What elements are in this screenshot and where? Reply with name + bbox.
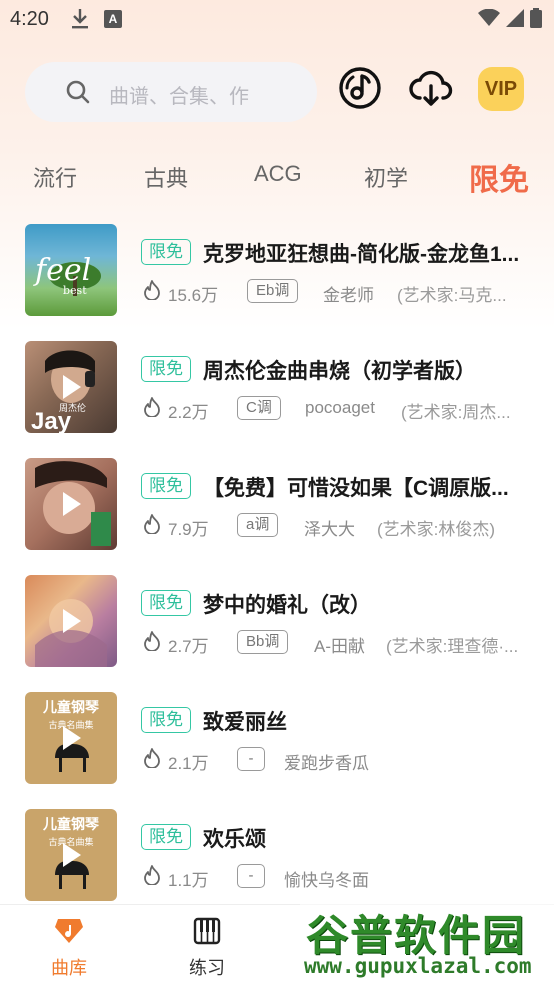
hot-count: 1.1万 [168,871,209,890]
hot-count: 15.6万 [168,286,219,305]
key-tag: Bb调 [237,630,289,654]
download-status-icon [70,8,90,35]
search-icon [65,79,91,110]
free-tag: 限免 [141,824,191,850]
hot-count: 2.2万 [168,403,209,422]
key-tag: - [237,747,265,771]
key-tag: C调 [237,396,281,420]
vip-badge[interactable]: VIP [478,67,524,111]
search-placeholder: 曲谱、合集、作 [109,86,249,108]
list-item[interactable]: 儿童钢琴 古典名曲集 限免 欢乐颂 1.1万 - 愉快乌冬面 [0,807,554,907]
cover-title: feel [33,253,91,288]
nav-practice-label: 练习 [189,958,225,978]
author-name: 爱跑步香瓜 [284,754,369,773]
song-title: 周杰伦金曲串烧（初学者版） [203,360,476,383]
author-name: 金老师 [323,286,374,305]
fire-icon [143,631,161,656]
tab-acg[interactable]: ACG [254,161,302,187]
list-item[interactable]: 限免 梦中的婚礼（改） 2.7万 Bb调 A-田献 (艺术家:理查德·... [0,573,554,673]
hot-count: 2.1万 [168,754,209,773]
nav-library-label: 曲库 [51,958,87,978]
artist-name: (艺术家:马克... [397,286,507,305]
song-title: 梦中的婚礼（改） [203,594,371,617]
key-tag: - [237,864,265,888]
watermark: 谷普软件园 www.gupuxlazal.com [300,896,554,984]
cover-subtitle: best [63,284,87,297]
list-item[interactable]: 儿童钢琴 古典名曲集 限免 致爱丽丝 2.1万 - 爱跑步香瓜 [0,690,554,790]
hot-count: 7.9万 [168,520,209,539]
piano-icon [193,917,221,945]
nav-practice[interactable]: 练习 [172,917,242,980]
free-tag: 限免 [141,356,191,382]
battery-icon [530,8,542,28]
play-icon[interactable] [63,609,81,633]
free-tag: 限免 [141,707,191,733]
play-icon[interactable] [63,726,81,750]
play-icon[interactable] [63,375,81,399]
artist-name: (艺术家:周杰... [401,403,511,422]
album-cover [25,575,117,667]
library-icon [55,919,83,943]
fire-icon [143,397,161,422]
tab-classical[interactable]: 古典 [144,161,188,193]
cover-subtitle: 周杰伦 [59,402,86,413]
song-title: 欢乐颂 [203,828,266,851]
list-item[interactable]: feel best 限免 克罗地亚狂想曲-简化版-金龙鱼1... 15.6万 E… [0,222,554,322]
list-item[interactable]: Jay 周杰伦 限免 周杰伦金曲串烧（初学者版） 2.2万 C调 pocoage… [0,339,554,439]
nav-library[interactable]: 曲库 [34,917,104,980]
tab-popular[interactable]: 流行 [33,161,77,193]
search-input[interactable]: 曲谱、合集、作 [25,62,317,122]
album-cover [25,458,117,550]
a-status-icon: A [104,10,122,28]
key-tag: a调 [237,513,279,537]
play-icon[interactable] [63,843,81,867]
author-name: 泽大大 [304,520,355,539]
author-name: 愉快乌冬面 [284,871,369,890]
song-title: 【免费】可惜没如果【C调原版... [203,477,509,500]
album-cover: feel best [25,224,117,316]
status-right [478,8,542,28]
free-tag: 限免 [141,473,191,499]
free-tag: 限免 [141,239,191,265]
play-icon[interactable] [63,492,81,516]
cover-title: 儿童钢琴 [42,816,100,833]
author-name: A-田献 [314,637,365,656]
wifi-icon [478,9,500,26]
key-tag: Eb调 [247,279,299,303]
song-title: 致爱丽丝 [203,711,287,734]
hot-count: 2.7万 [168,637,209,656]
cover-title: 儿童钢琴 [42,699,100,716]
tab-free[interactable]: 限免 [469,155,529,199]
fire-icon [143,748,161,773]
free-tag: 限免 [141,590,191,616]
album-cover: 儿童钢琴 古典名曲集 [25,692,117,784]
list-item[interactable]: 限免 【免费】可惜没如果【C调原版... 7.9万 a调 泽大大 (艺术家:林俊… [0,456,554,556]
album-cover: Jay 周杰伦 [25,341,117,433]
signal-icon [506,9,524,27]
fire-icon [143,280,161,305]
fire-icon [143,865,161,890]
cover-art: feel best [33,253,101,297]
album-cover: 儿童钢琴 古典名曲集 [25,809,117,901]
music-disc-icon[interactable] [338,66,382,110]
author-name: pocoaget [305,398,375,417]
status-bar: 4:20 A [0,0,554,38]
artist-name: (艺术家:林俊杰) [377,520,496,539]
song-title: 克罗地亚狂想曲-简化版-金龙鱼1... [203,243,520,266]
cloud-download-icon[interactable] [408,66,453,110]
tab-beginner[interactable]: 初学 [364,161,408,193]
fire-icon [143,514,161,539]
category-tabs: 流行 古典 ACG 初学 限免 [0,155,554,199]
artist-name: (艺术家:理查德·... [386,637,519,656]
status-time: 4:20 [10,8,49,30]
watermark-url: www.gupuxlazal.com [304,954,532,978]
